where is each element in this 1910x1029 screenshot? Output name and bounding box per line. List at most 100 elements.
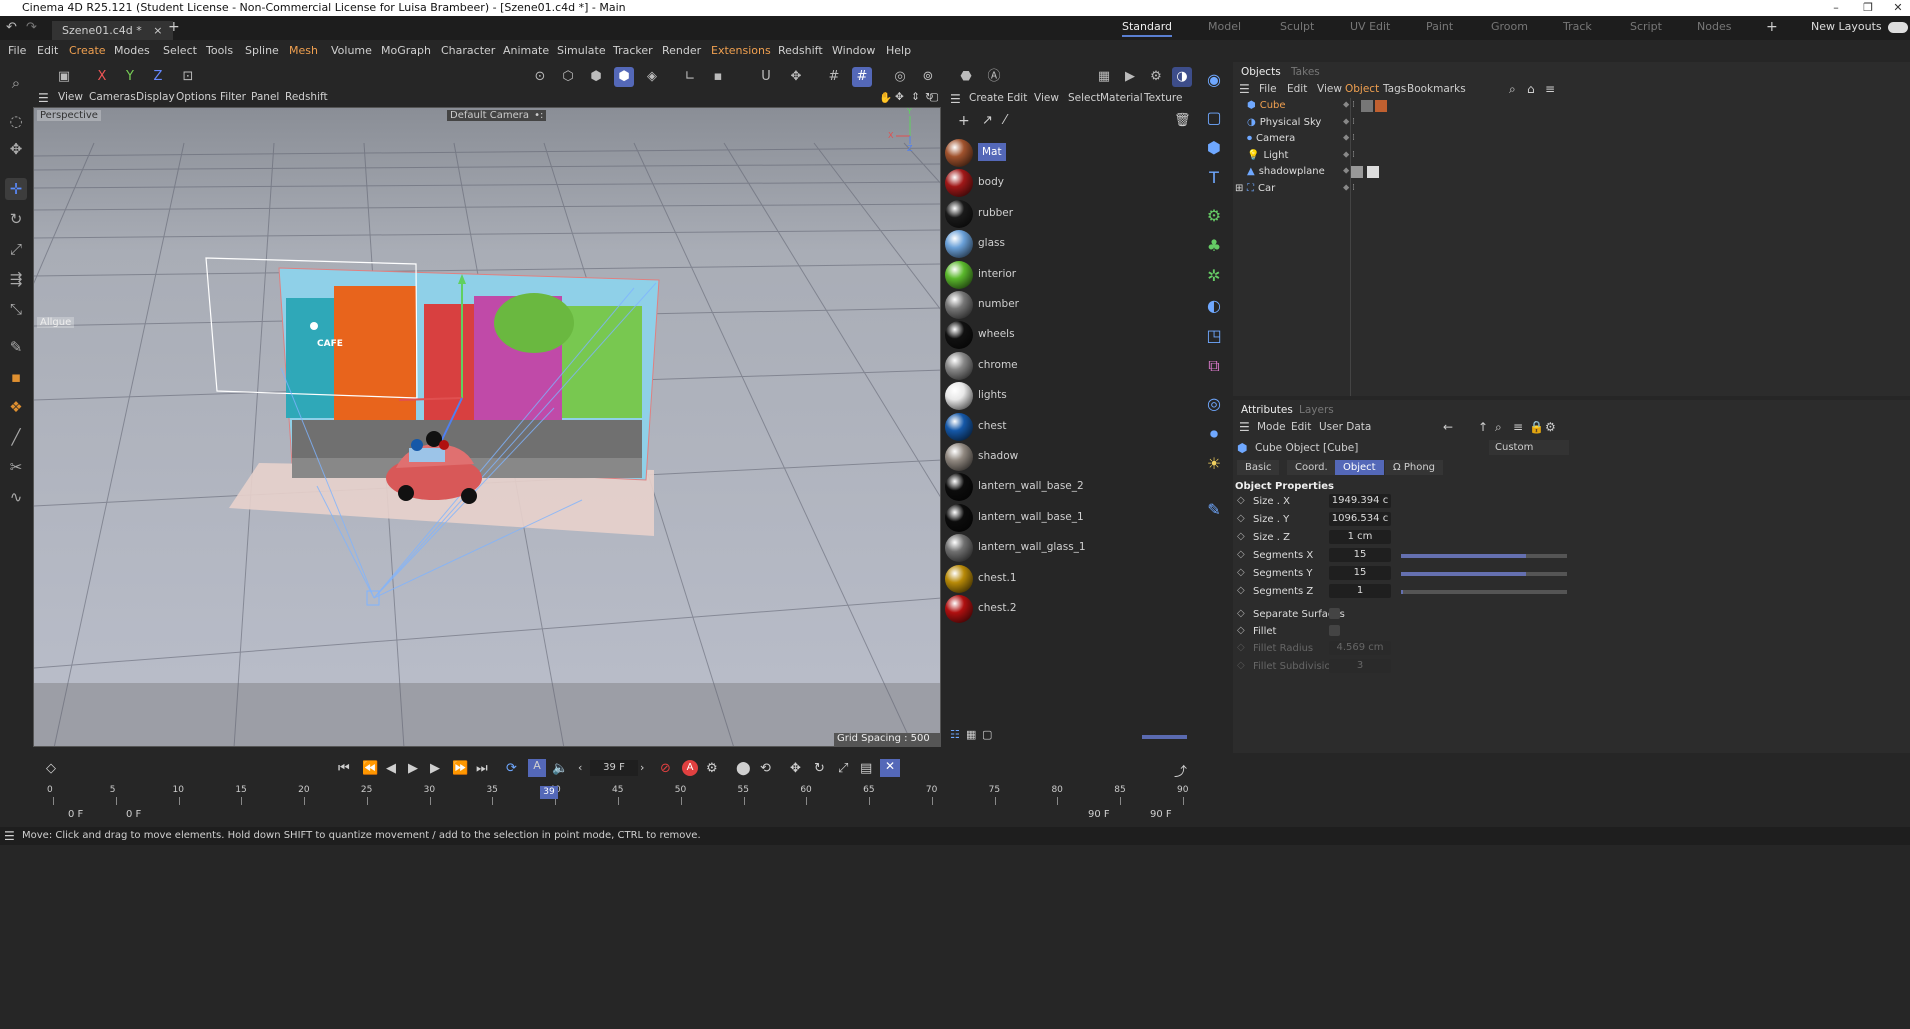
menu-mesh[interactable]: Mesh (289, 44, 318, 57)
menu-window[interactable]: Window (832, 44, 875, 57)
object-item[interactable]: ⬢ Cube ⬥ ⁞ (1247, 100, 1355, 116)
viewport-menu-cameras[interactable]: Cameras (89, 91, 136, 103)
close-button[interactable]: ✕ (1884, 0, 1910, 16)
transform-tool-icon[interactable]: ⤡ (5, 298, 27, 320)
viewport-menu-options[interactable]: Options (176, 91, 217, 103)
frame-ruler[interactable]: 051015202530354045505560657075808590 (47, 785, 1188, 807)
add-tab-icon[interactable]: + (168, 19, 180, 35)
add-layout-icon[interactable]: + (1766, 19, 1778, 35)
cloner-icon[interactable]: ♣ (1202, 234, 1226, 258)
layout-model[interactable]: Model (1208, 20, 1241, 33)
lock-icon[interactable]: 🔒 (1529, 420, 1544, 434)
object-filter-icon[interactable]: ≡ (1545, 82, 1555, 96)
layout-paint[interactable]: Paint (1426, 20, 1453, 33)
property-slider[interactable] (1401, 590, 1567, 594)
keyframe-diamond-icon[interactable]: ◇ (1237, 585, 1245, 596)
material-item[interactable]: lantern_wall_glass_1 (944, 533, 1189, 563)
menu-help[interactable]: Help (886, 44, 911, 57)
attr-settings-icon[interactable]: ⚙ (1545, 420, 1556, 434)
material-hamburger-icon[interactable]: ☰ (950, 92, 961, 106)
object-menu-view[interactable]: View (1317, 83, 1342, 95)
delete-material-icon[interactable]: 🗑 (1174, 113, 1191, 128)
tag-shadow-icon[interactable] (1351, 166, 1363, 178)
scale-tool-icon[interactable]: ⤢ (5, 238, 27, 260)
menu-render[interactable]: Render (662, 44, 701, 57)
camera-selector[interactable]: Default Camera •: (447, 110, 547, 121)
previous-key-icon[interactable]: ⏪ (362, 761, 378, 776)
volume-icon[interactable]: ⧉ (1202, 354, 1226, 378)
material-item[interactable]: chest.1 (944, 564, 1189, 594)
object-menu-file[interactable]: File (1259, 83, 1277, 95)
tag-material-icon[interactable] (1375, 100, 1387, 112)
subtab-phong[interactable]: Ω Phong (1385, 460, 1443, 475)
solo-icon[interactable]: ▪ (708, 67, 728, 87)
grid-snap-icon[interactable]: # (852, 67, 872, 87)
animation-icon[interactable]: Ⓐ (984, 67, 1004, 87)
list-view-icon[interactable]: ☷ (950, 728, 960, 741)
material-menu-view[interactable]: View (1034, 92, 1059, 104)
lock-workplane-icon[interactable]: ◎ (890, 67, 910, 87)
object-menu-object[interactable]: Object (1345, 83, 1379, 95)
viewport-menu-panel[interactable]: Panel (251, 91, 279, 103)
attr-menu-user-data[interactable]: User Data (1319, 421, 1371, 433)
large-view-icon[interactable]: ▢ (982, 728, 992, 741)
property-value-field[interactable]: 15 (1329, 566, 1391, 580)
viewport-solo-icon[interactable]: ⬣ (956, 67, 976, 87)
redo-icon[interactable]: ↷ (26, 20, 37, 35)
spline-pen-icon[interactable]: ✎ (5, 336, 27, 358)
play-icon[interactable]: ▶ (408, 761, 418, 776)
position-key-icon[interactable]: ✥ (790, 761, 801, 776)
up-arrow-icon[interactable]: ↑ (1478, 420, 1488, 434)
object-hamburger-icon[interactable]: ☰ (1239, 82, 1250, 96)
minimize-button[interactable]: – (1822, 0, 1850, 16)
visibility-icon[interactable]: ⬥ ⁞ (1343, 183, 1373, 193)
material-item[interactable]: lantern_wall_base_2 (944, 472, 1189, 502)
object-menu-tags[interactable]: Tags (1383, 83, 1406, 95)
material-item[interactable]: Mat (944, 138, 1189, 168)
polygons-mode-icon[interactable]: ⬢ (586, 67, 606, 87)
material-item[interactable]: rubber (944, 199, 1189, 229)
generators-icon[interactable]: ❖ (5, 396, 27, 418)
material-item[interactable]: lantern_wall_base_1 (944, 503, 1189, 533)
live-selection-icon[interactable]: ◌ (5, 110, 27, 132)
viewport[interactable]: CAFE Y X Z Perspective Default Camera •:… (33, 107, 941, 747)
layout-standard[interactable]: Standard (1122, 20, 1173, 37)
points-mode-icon[interactable]: ⊙ (530, 67, 550, 87)
text-spline-icon[interactable]: T (1202, 166, 1226, 190)
layout-uv-edit[interactable]: UV Edit (1350, 20, 1390, 33)
timeline-graph-icon[interactable]: ⤴ (1174, 761, 1187, 780)
spline-primitive-icon[interactable]: ▢ (1202, 106, 1226, 130)
camera-object-icon[interactable]: ⏺ (1202, 422, 1226, 446)
keyframe-diamond-icon[interactable]: ◇ (1237, 625, 1245, 636)
layout-toggle[interactable] (1888, 22, 1908, 33)
object-search-icon[interactable]: ⌕ (1509, 82, 1516, 97)
rotation-key-icon[interactable]: ↻ (814, 761, 825, 776)
menu-volume[interactable]: Volume (331, 44, 372, 57)
attr-search-icon[interactable]: ⌕ (1495, 420, 1502, 435)
model-mode-icon[interactable]: ⬢ (614, 67, 634, 87)
layout-groom[interactable]: Groom (1491, 20, 1528, 33)
file-tab[interactable]: Szene01.c4d * × (52, 21, 173, 40)
expand-icon[interactable]: ⊞ (1235, 183, 1243, 194)
object-item[interactable]: ⏺ Camera ⬥ ⁞ (1247, 133, 1355, 149)
zoom-view-icon[interactable]: ⇕ (911, 91, 920, 103)
property-value-field[interactable]: 15 (1329, 548, 1391, 562)
selection-tools-icon[interactable]: ✥ (5, 138, 27, 160)
tag-icon[interactable]: ✎ (1202, 498, 1226, 522)
knife-icon[interactable]: ✂ (5, 456, 27, 478)
redshift-render-icon[interactable]: ◑ (1172, 67, 1192, 87)
viewport-hamburger-icon[interactable]: ☰ (38, 91, 49, 105)
scale-key-icon[interactable]: ⤢ (838, 761, 848, 776)
keyframe-diamond-icon[interactable]: ◇ (1237, 608, 1245, 619)
spline-tools-icon[interactable]: ▪ (5, 366, 27, 388)
pla-key-icon[interactable]: ✕ (880, 759, 900, 777)
material-menu-texture[interactable]: Texture (1144, 92, 1182, 104)
property-value-field[interactable]: 1949.394 c (1329, 494, 1391, 508)
menu-select[interactable]: Select (163, 44, 197, 57)
keyframe-icon[interactable]: ◇ (46, 761, 56, 776)
object-item[interactable]: ⊞ ⛶ Car ⬥ ⁞ (1235, 183, 1355, 199)
rotate-key-icon[interactable]: ⟲ (760, 761, 771, 776)
effector-icon[interactable]: ✲ (1202, 264, 1226, 288)
sound-icon[interactable]: 🔈 (552, 761, 568, 776)
object-home-icon[interactable]: ⌂ (1527, 82, 1535, 96)
